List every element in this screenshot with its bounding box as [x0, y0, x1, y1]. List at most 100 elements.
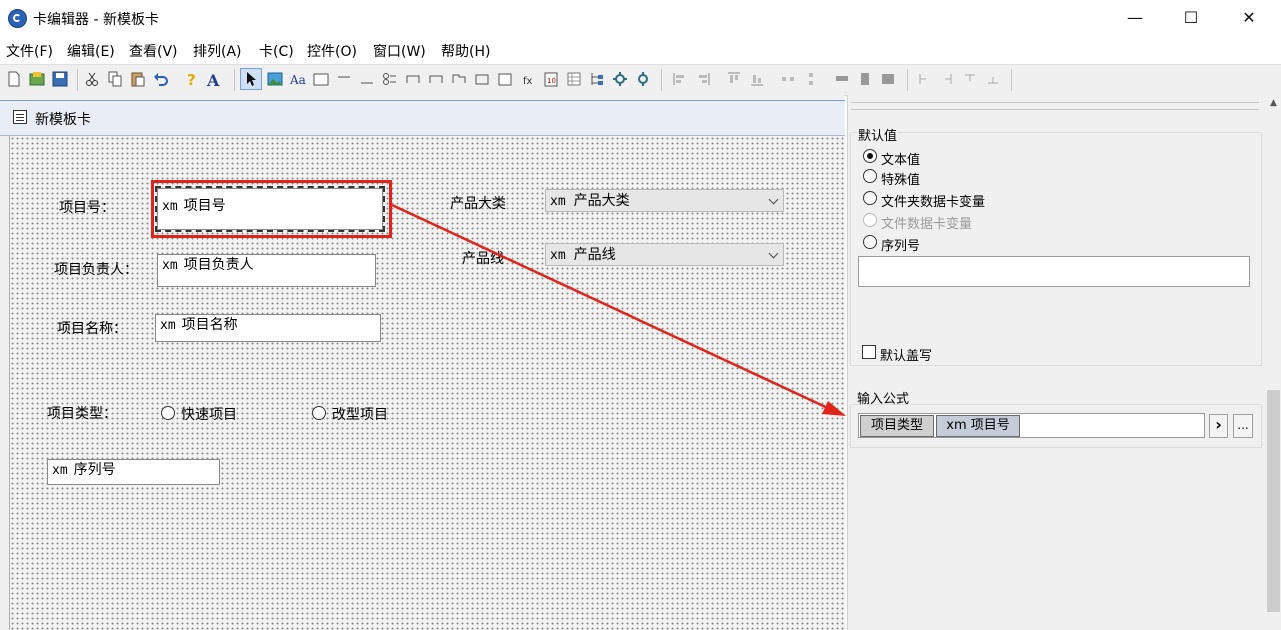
align-left-icon[interactable] [672, 71, 688, 87]
card-title-bar [0, 100, 845, 136]
variable-prefix: xm [550, 194, 566, 209]
line-dropdown[interactable]: xm 产品线 [545, 243, 784, 266]
maximize-button[interactable]: ☐ [1168, 0, 1214, 36]
overwrite-checkbox[interactable] [862, 345, 876, 359]
name-value: 项目名称 [181, 317, 238, 333]
grid-control-icon[interactable] [566, 71, 582, 87]
formula-token-type[interactable]: 项目类型 [860, 415, 934, 437]
frame-icon[interactable] [405, 71, 421, 87]
variables-icon[interactable] [635, 71, 651, 87]
panel-icon[interactable] [474, 71, 490, 87]
radio-file-var-label: 文件数据卡变量 [881, 217, 973, 232]
svg-text:fx: fx [523, 76, 533, 87]
anchor-top-icon[interactable] [962, 71, 978, 87]
settings-tool-icon[interactable] [612, 71, 628, 87]
same-width-icon[interactable] [834, 71, 850, 87]
serial-value: 序列号 [73, 462, 116, 478]
type-option-modify: 改型项目 [332, 407, 388, 423]
radio-serial[interactable] [863, 235, 877, 249]
overwrite-label: 默认盖写 [880, 349, 933, 364]
tree-icon[interactable] [589, 71, 605, 87]
app-logo-icon [8, 9, 27, 28]
formula-token-project-no[interactable]: xm 项目号 [936, 415, 1020, 437]
anchor-right-icon[interactable] [939, 71, 955, 87]
align-bottom-icon[interactable] [749, 71, 765, 87]
save-icon[interactable] [52, 71, 68, 87]
toolbar: ? A Aa fx 10 [0, 64, 1281, 96]
pointer-icon[interactable] [244, 71, 260, 87]
line-icon[interactable] [336, 71, 352, 87]
text-icon[interactable]: Aa [290, 71, 306, 87]
line-label: 产品线 [462, 251, 504, 267]
radio-text-value[interactable] [863, 149, 877, 163]
radio-text-value-label: 文本值 [881, 153, 921, 168]
name-label: 项目名称： [57, 321, 127, 337]
category-label: 产品大类 [450, 196, 506, 212]
menu-arrange[interactable]: 排列(A) [193, 41, 242, 61]
serial-field[interactable]: xm 序列号 [47, 459, 220, 485]
cut-icon[interactable] [84, 71, 100, 87]
minimize-button[interactable]: — [1112, 0, 1158, 36]
variable-prefix: xm [52, 463, 68, 478]
name-field[interactable]: xm 项目名称 [155, 314, 381, 342]
svg-text:A: A [206, 71, 220, 87]
hline-icon[interactable] [359, 71, 375, 87]
menu-controls[interactable]: 控件(O) [307, 41, 357, 61]
type-option-fast: 快速项目 [181, 407, 237, 423]
group-box-icon[interactable] [428, 71, 444, 87]
category-value: 产品大类 [573, 193, 630, 209]
edit-box-icon[interactable] [313, 71, 329, 87]
menu-card[interactable]: 卡(C) [259, 41, 294, 61]
calendar-icon[interactable]: 10 [543, 71, 559, 87]
align-right-icon[interactable] [695, 71, 711, 87]
same-height-icon[interactable] [857, 71, 873, 87]
panel-divider [851, 102, 1259, 110]
card-document-icon [13, 110, 27, 124]
paste-icon[interactable] [130, 71, 146, 87]
more-options-button[interactable]: ... [1233, 414, 1253, 438]
align-top-icon[interactable] [726, 71, 742, 87]
close-button[interactable]: ✕ [1226, 0, 1272, 36]
radio-group-icon[interactable] [382, 71, 398, 87]
type-radio-modify[interactable] [312, 406, 326, 420]
menu-help[interactable]: 帮助(H) [441, 41, 490, 61]
owner-field[interactable]: xm 项目负责人 [157, 254, 376, 287]
listbox-icon[interactable] [497, 71, 513, 87]
radio-serial-label: 序列号 [881, 239, 921, 254]
insert-arrow-button[interactable]: › [1209, 414, 1228, 438]
radio-folder-var[interactable] [863, 191, 877, 205]
space-vertical-icon[interactable] [803, 71, 819, 87]
image-icon[interactable] [267, 71, 283, 87]
space-horizontal-icon[interactable] [780, 71, 796, 87]
chevron-down-icon [768, 194, 779, 205]
default-value-input[interactable] [858, 256, 1250, 287]
radio-folder-var-label: 文件夹数据卡变量 [881, 195, 986, 210]
open-file-icon[interactable] [29, 71, 45, 87]
tab-icon[interactable] [451, 71, 467, 87]
help-icon[interactable]: ? [184, 71, 200, 87]
chevron-down-icon [768, 248, 779, 259]
menu-file[interactable]: 文件(F) [6, 41, 53, 61]
menu-view[interactable]: 查看(V) [129, 41, 178, 61]
menu-edit[interactable]: 编辑(E) [67, 41, 115, 61]
new-file-icon[interactable] [6, 71, 22, 87]
undo-icon[interactable] [153, 71, 169, 87]
type-radio-fast[interactable] [161, 406, 175, 420]
font-icon[interactable]: A [206, 71, 222, 87]
svg-text:10: 10 [547, 77, 556, 85]
category-dropdown[interactable]: xm 产品大类 [545, 189, 784, 212]
radio-special-value[interactable] [863, 169, 877, 183]
anchor-left-icon[interactable] [916, 71, 932, 87]
menu-window[interactable]: 窗口(W) [373, 41, 426, 61]
title-bar [0, 0, 1281, 36]
type-label: 项目类型： [47, 406, 117, 422]
same-size-icon[interactable] [880, 71, 896, 87]
formula-group-title: 输入公式 [857, 392, 910, 407]
copy-icon[interactable] [107, 71, 123, 87]
scrollbar-thumb[interactable] [1267, 390, 1280, 612]
scroll-up-icon[interactable]: ▲ [1268, 98, 1279, 110]
anchor-bottom-icon[interactable] [985, 71, 1001, 87]
project-no-label: 项目号： [59, 200, 115, 216]
formula-icon[interactable]: fx [520, 71, 536, 87]
variable-prefix: xm [160, 318, 176, 333]
